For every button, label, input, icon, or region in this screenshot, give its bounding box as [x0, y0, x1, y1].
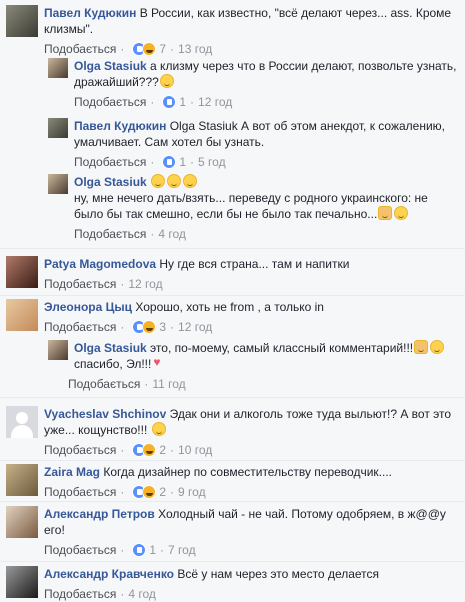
reaction-count: 2 — [159, 443, 167, 457]
reply-comment: Olga Stasiuk это, по-моему, самый классн… — [48, 340, 460, 393]
author-name[interactable]: Александр Кравченко — [44, 567, 174, 581]
reaction-summary[interactable]: 1 — [132, 542, 156, 558]
timestamp[interactable]: 5 год — [198, 154, 226, 170]
smile-emoji-icon — [394, 206, 409, 220]
avatar[interactable] — [6, 5, 38, 37]
haha-reaction-icon — [142, 443, 157, 457]
reply-comment: Olga Stasiuk ну, мне нечего дать/взять..… — [48, 174, 460, 243]
like-button[interactable]: Подобається — [74, 154, 146, 170]
smile-emoji-icon — [167, 174, 182, 188]
avatar[interactable] — [48, 118, 68, 138]
like-button[interactable]: Подобається — [44, 41, 116, 57]
divider — [0, 501, 465, 502]
timestamp[interactable]: 12 год — [178, 319, 212, 335]
like-reaction-icon — [132, 543, 147, 557]
reaction-summary[interactable]: 3 — [132, 319, 166, 335]
reply-comment: Olga Stasiuk а клизму через что в России… — [48, 58, 458, 111]
comment-text: ну, мне нечего дать/взять... переведу с … — [74, 191, 428, 221]
grin-emoji-icon — [159, 74, 174, 88]
divider — [0, 248, 465, 249]
comment: Александр Петров Холодный чай - не чай. … — [6, 506, 461, 559]
comment: Павел Кудюкин В России, как известно, "в… — [6, 5, 461, 58]
author-name[interactable]: Olga Stasiuk — [74, 341, 147, 355]
reaction-count: 3 — [159, 320, 167, 334]
author-name[interactable]: Павел Кудюкин — [44, 6, 136, 20]
like-button[interactable]: Подобається — [44, 484, 116, 500]
reaction-count: 1 — [149, 543, 157, 557]
author-name[interactable]: Vyacheslav Shchinov — [44, 407, 166, 421]
ok-hand-emoji-icon — [414, 340, 429, 354]
avatar[interactable] — [6, 406, 38, 438]
comment-text: Хорошо, хоть не from , а только in — [135, 300, 324, 314]
hand-emoji-icon — [378, 206, 393, 220]
timestamp[interactable]: 7 год — [168, 542, 196, 558]
divider — [0, 460, 465, 461]
avatar[interactable] — [6, 299, 38, 331]
grin-emoji-icon — [430, 340, 445, 354]
reaction-count: 1 — [179, 155, 187, 169]
haha-reaction-icon — [142, 320, 157, 334]
avatar[interactable] — [48, 174, 68, 194]
like-button[interactable]: Подобається — [44, 542, 116, 558]
reaction-count: 2 — [159, 485, 167, 499]
avatar[interactable] — [6, 256, 38, 288]
like-button[interactable]: Подобається — [44, 442, 116, 458]
avatar[interactable] — [48, 340, 68, 360]
reaction-count: 1 — [179, 95, 187, 109]
timestamp[interactable]: 12 год — [198, 94, 232, 110]
like-button[interactable]: Подобається — [44, 319, 116, 335]
reaction-summary[interactable]: 1 — [162, 154, 186, 170]
avatar[interactable] — [6, 464, 38, 496]
author-name[interactable]: Элеонора Цыц — [44, 300, 132, 314]
author-name[interactable]: Olga Stasiuk — [74, 59, 147, 73]
author-name[interactable]: Olga Stasiuk — [74, 175, 147, 189]
reaction-summary[interactable]: 1 — [162, 94, 186, 110]
reaction-count: 7 — [159, 42, 167, 56]
like-reaction-icon — [162, 155, 177, 169]
timestamp[interactable]: 12 год — [128, 276, 162, 292]
reaction-summary[interactable]: 2 — [132, 442, 166, 458]
smile-emoji-icon — [151, 422, 166, 436]
timestamp[interactable]: 4 год — [128, 586, 156, 602]
like-reaction-icon — [162, 95, 177, 109]
laugh-emoji-icon — [183, 174, 198, 188]
comment: Vyacheslav Shchinov Эдак они и алкоголь … — [6, 406, 461, 459]
heart-emoji-icon — [152, 354, 166, 370]
reaction-summary[interactable]: 7 — [132, 41, 166, 57]
author-name[interactable]: Patya Magomedova — [44, 257, 156, 271]
author-name[interactable]: Zaira Mag — [44, 465, 100, 479]
haha-reaction-icon — [142, 42, 157, 56]
comment-text: это, по-моему, самый классный комментари… — [150, 341, 414, 355]
comment: Patya Magomedova Ну где вся страна... та… — [6, 256, 461, 293]
haha-reaction-icon — [142, 485, 157, 499]
comment: Элеонора Цыц Хорошо, хоть не from , а то… — [6, 299, 461, 336]
comment: Александр Кравченко Всё у нам через это … — [6, 566, 461, 602]
timestamp[interactable]: 4 год — [158, 226, 186, 242]
timestamp[interactable]: 10 год — [178, 442, 212, 458]
avatar[interactable] — [48, 58, 68, 78]
reaction-summary[interactable]: 2 — [132, 484, 166, 500]
comment-text: Всё у нам через это место делается — [177, 567, 380, 581]
avatar[interactable] — [6, 506, 38, 538]
like-button[interactable]: Подобається — [68, 376, 140, 392]
comment-text: Когда дизайнер по совместительству перев… — [103, 465, 392, 479]
author-name[interactable]: Павел Кудюкин — [74, 119, 166, 133]
grin-emoji-icon — [151, 174, 166, 188]
timestamp[interactable]: 13 год — [178, 41, 212, 57]
like-button[interactable]: Подобається — [44, 586, 116, 602]
divider — [0, 561, 465, 562]
like-button[interactable]: Подобається — [74, 226, 146, 242]
like-button[interactable]: Подобається — [74, 94, 146, 110]
timestamp[interactable]: 11 год — [152, 376, 185, 392]
reply-comment: Павел Кудюкин Olga Stasiuk А вот об этом… — [48, 118, 458, 171]
avatar[interactable] — [6, 566, 38, 598]
comment: Zaira Mag Когда дизайнер по совместитель… — [6, 464, 461, 501]
divider — [0, 295, 465, 296]
divider — [0, 397, 465, 398]
comment-text-line2: спасибо, Эл!!! — [74, 357, 152, 371]
like-button[interactable]: Подобається — [44, 276, 116, 292]
timestamp[interactable]: 9 год — [178, 484, 206, 500]
comment-text: Ну где вся страна... там и напитки — [159, 257, 350, 271]
author-name[interactable]: Александр Петров — [44, 507, 155, 521]
